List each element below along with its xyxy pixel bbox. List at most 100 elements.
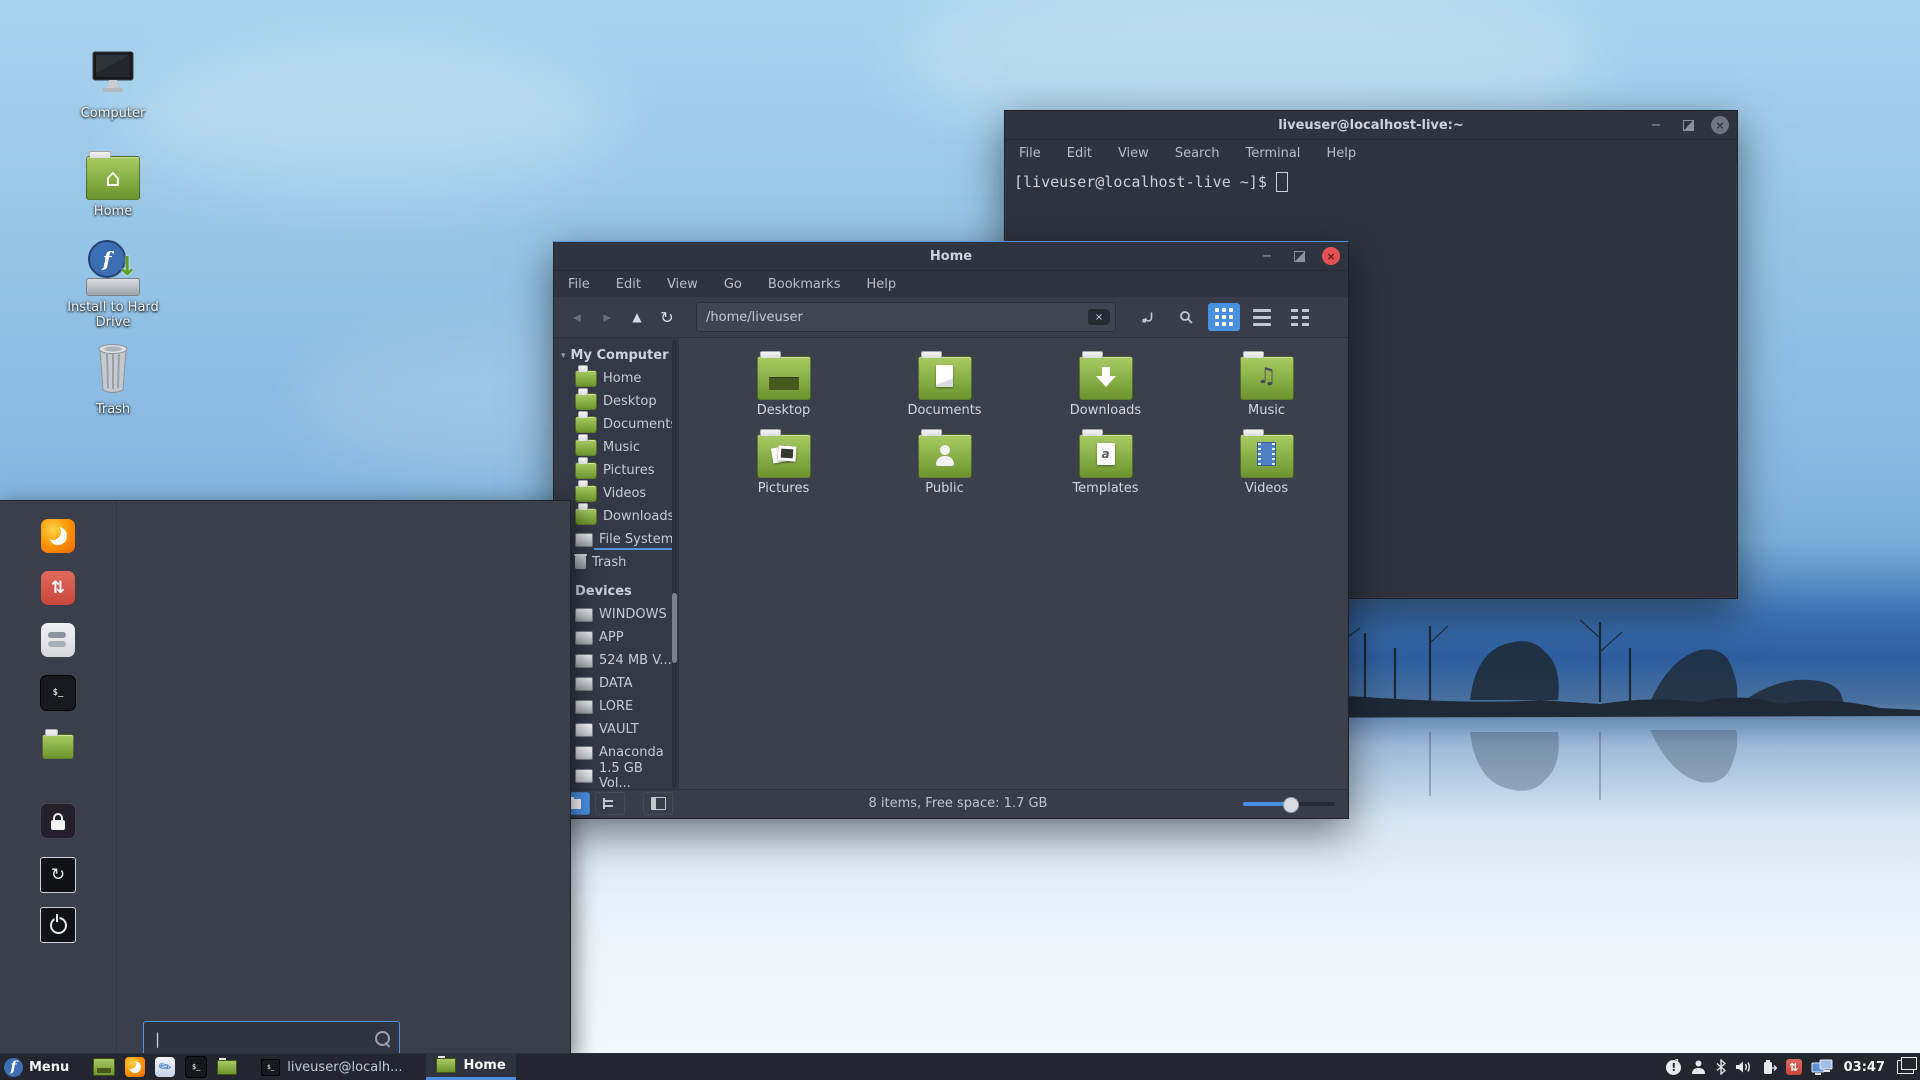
refresh-button[interactable]: ↻ — [652, 304, 682, 330]
padlock-icon — [51, 812, 65, 830]
icon-view-button[interactable] — [1208, 303, 1240, 331]
launcher-firefox[interactable] — [125, 1057, 146, 1077]
taskbar-window-terminal[interactable]: $_ liveuser@localh... — [251, 1054, 412, 1080]
network-icon[interactable] — [1811, 1059, 1833, 1076]
window-list-icon[interactable] — [1897, 1057, 1917, 1074]
close-button[interactable]: × — [1322, 247, 1340, 265]
sidebar-device-vault[interactable]: VAULT — [555, 718, 678, 741]
search-button[interactable] — [1170, 303, 1202, 331]
sidebar-device-524mb[interactable]: 524 MB V... — [555, 649, 678, 672]
music-note-emblem: ♫ — [1256, 363, 1277, 389]
launcher-thunderbird[interactable]: ✎ — [155, 1056, 176, 1078]
sidebar-item-file-system[interactable]: File System — [555, 528, 678, 551]
firefox-icon — [129, 1061, 141, 1073]
menu-button[interactable]: f Menu — [0, 1057, 69, 1077]
taskbar-window-home[interactable]: Home — [426, 1054, 516, 1080]
close-button[interactable]: × — [1711, 116, 1729, 134]
menu-view[interactable]: View — [667, 277, 698, 292]
menu-terminal[interactable]: Terminal — [1245, 146, 1300, 161]
folder-documents[interactable]: Documents — [864, 351, 1025, 418]
menu-bookmarks[interactable]: Bookmarks — [768, 277, 841, 292]
update-manager-icon[interactable]: ⇅ — [1785, 1059, 1802, 1075]
compact-view-button[interactable] — [1284, 303, 1316, 331]
minimize-button[interactable]: − — [1647, 116, 1665, 134]
sidebar-item-downloads[interactable]: Downloads — [555, 503, 678, 528]
maximize-button[interactable] — [1290, 247, 1308, 265]
folder-downloads[interactable]: Downloads — [1025, 351, 1186, 418]
folder-videos[interactable]: Videos — [1186, 429, 1347, 496]
maximize-icon — [1293, 250, 1305, 262]
favorite-install-updates[interactable]: ⇅ — [41, 571, 75, 605]
sidebar-device-app[interactable]: APP — [555, 626, 678, 649]
clear-location-icon[interactable]: × — [1088, 309, 1110, 325]
clock[interactable]: 03:47 — [1844, 1060, 1885, 1075]
menu-go[interactable]: Go — [724, 277, 742, 292]
status-text: 8 items, Free space: 1.7 GB — [868, 796, 1048, 811]
menu-edit[interactable]: Edit — [616, 277, 641, 292]
sidebar-item-trash[interactable]: Trash — [555, 551, 678, 574]
notifications-applet[interactable]: ! 1 — [1666, 1058, 1682, 1075]
sidebar-item-videos[interactable]: Videos — [555, 480, 678, 505]
menu-file[interactable]: File — [1019, 146, 1041, 161]
template-emblem: a — [1096, 443, 1115, 465]
desktop-icon-trash[interactable]: Trash — [58, 338, 168, 417]
sidebar-scrollbar[interactable] — [672, 340, 677, 788]
green-down-arrow: ↓ — [116, 252, 138, 282]
minimize-button[interactable]: − — [1258, 247, 1276, 265]
show-desktop-button[interactable] — [93, 1058, 116, 1076]
sidebar-item-pictures[interactable]: Pictures — [555, 457, 678, 482]
folder-desktop[interactable]: Desktop — [703, 351, 864, 418]
favorite-firefox[interactable] — [41, 519, 75, 553]
terminal-titlebar[interactable]: liveuser@localhost-live:~ − × — [1005, 111, 1737, 140]
list-view-button[interactable] — [1246, 303, 1278, 331]
desktop-icon-computer[interactable]: Computer — [58, 42, 168, 121]
battery-power-icon[interactable] — [1762, 1059, 1777, 1075]
user-applet-icon[interactable] — [1690, 1059, 1707, 1075]
forward-button[interactable]: ▸ — [592, 304, 622, 330]
folder-public[interactable]: Public — [864, 429, 1025, 496]
favorite-terminal[interactable]: $_ — [40, 675, 76, 711]
favorite-system-settings[interactable] — [41, 623, 75, 657]
menu-help[interactable]: Help — [1326, 146, 1356, 161]
zoom-slider[interactable] — [1243, 796, 1335, 813]
bluetooth-icon[interactable] — [1716, 1059, 1726, 1075]
menu-search[interactable]: Search — [1175, 146, 1220, 161]
desktop-icon-install[interactable]: f ↓ Install to Hard Drive — [58, 236, 168, 330]
toggle-location-entry-button[interactable] — [1132, 303, 1164, 331]
launcher-terminal[interactable]: $_ — [185, 1056, 208, 1078]
show-treeview-button[interactable] — [595, 792, 625, 815]
location-bar[interactable]: /home/liveuser × — [696, 302, 1116, 332]
sidebar-device-lore[interactable]: LORE — [555, 695, 678, 718]
folder-music[interactable]: ♫ Music — [1186, 351, 1347, 418]
menu-help[interactable]: Help — [866, 277, 896, 292]
menu-view[interactable]: View — [1118, 146, 1149, 161]
back-button[interactable]: ◂ — [562, 304, 592, 330]
toggle-sidebar-button[interactable] — [643, 792, 673, 815]
sidebar-device-data[interactable]: DATA — [555, 672, 678, 695]
sidebar-item-home[interactable]: Home — [555, 365, 678, 390]
favorite-files[interactable] — [41, 728, 75, 763]
sidebar-item-documents[interactable]: Documents — [555, 411, 678, 436]
sidebar-item-desktop[interactable]: Desktop — [555, 388, 678, 413]
shutdown-button[interactable] — [40, 907, 76, 943]
folder-pictures[interactable]: Pictures — [703, 429, 864, 496]
sidebar-section-my-computer[interactable]: ▾ My Computer — [555, 348, 678, 367]
up-button[interactable]: ▲ — [622, 304, 652, 330]
volume-icon[interactable] — [1735, 1059, 1753, 1075]
desktop-icon-home[interactable]: ⌂ Home — [58, 140, 168, 219]
sidebar-device-15gb[interactable]: 1.5 GB Vol... — [555, 761, 678, 790]
menu-file[interactable]: File — [568, 277, 590, 292]
logout-button[interactable]: ↻ — [40, 857, 76, 893]
zoom-slider-knob[interactable] — [1283, 796, 1300, 813]
sidebar-item-music[interactable]: Music — [555, 434, 678, 459]
folder-templates[interactable]: a Templates — [1025, 429, 1186, 496]
maximize-button[interactable] — [1679, 116, 1697, 134]
scrollbar-thumb[interactable] — [672, 593, 677, 663]
menu-edit[interactable]: Edit — [1067, 146, 1092, 161]
fm-file-area[interactable]: Desktop Documents Downloads ♫ Music Pict… — [679, 338, 1347, 790]
lock-screen-button[interactable] — [40, 803, 76, 839]
fm-titlebar[interactable]: Home − × — [554, 242, 1348, 271]
desktop-emblem — [768, 376, 799, 390]
sidebar-device-windows[interactable]: WINDOWS — [555, 603, 678, 626]
launcher-files[interactable] — [217, 1057, 238, 1077]
